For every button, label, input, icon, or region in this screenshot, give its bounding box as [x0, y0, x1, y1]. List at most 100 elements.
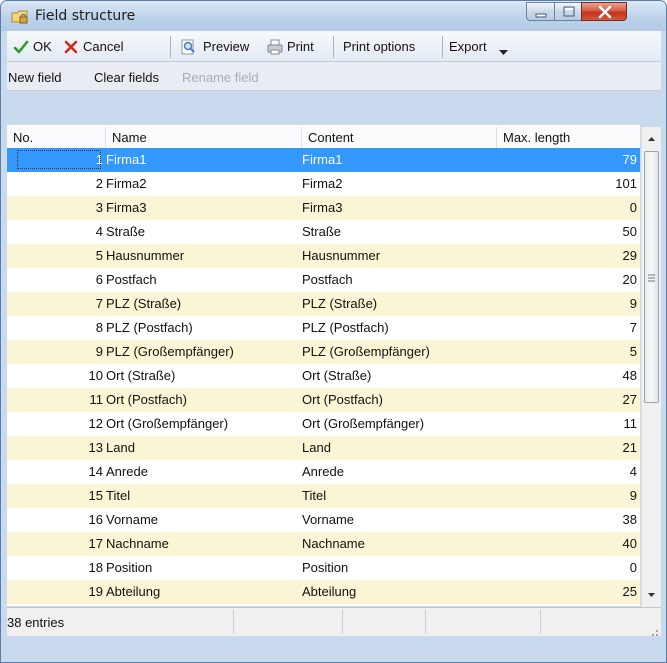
row-number: 13: [88, 440, 103, 455]
row-content: Firma3: [302, 200, 343, 215]
row-name: Firma3: [106, 200, 147, 215]
new-field-button[interactable]: New field: [8, 70, 61, 85]
table-row[interactable]: 2 Firma2 Firma2 101: [7, 172, 640, 196]
row-max-length: 9: [629, 296, 637, 311]
row-max-length: 20: [622, 272, 637, 287]
row-content: Abteilung: [302, 584, 357, 599]
row-name: PLZ (Straße): [106, 296, 182, 311]
status-separator: [342, 610, 343, 634]
row-name: Firma1: [106, 152, 147, 167]
row-name: Ort (Großempfänger): [106, 416, 229, 431]
row-max-length: 21: [622, 440, 637, 455]
row-number: 10: [88, 368, 103, 383]
table-row[interactable]: 3 Firma3 Firma3 0: [7, 196, 640, 220]
table-row[interactable]: 16 Vorname Vorname 38: [7, 508, 640, 532]
table-row[interactable]: 10 Ort (Straße) Ort (Straße) 48: [7, 364, 640, 388]
row-max-length: 9: [629, 488, 637, 503]
row-name: Abteilung: [106, 584, 161, 599]
row-number: 15: [88, 488, 103, 503]
row-max-length: 29: [622, 248, 637, 263]
table-row[interactable]: 5 Hausnummer Hausnummer 29: [7, 244, 640, 268]
row-number: 3: [95, 200, 103, 215]
export-label: Export: [449, 39, 487, 54]
column-header-max-length[interactable]: Max. length: [497, 127, 640, 148]
row-content: Position: [302, 560, 349, 575]
scroll-down-button[interactable]: [642, 585, 661, 605]
row-name: Postfach: [106, 272, 157, 287]
row-max-length: 5: [629, 344, 637, 359]
column-header-no[interactable]: No.: [7, 127, 106, 148]
caret-down-icon: [499, 44, 508, 55]
row-name: Firma2: [106, 176, 147, 191]
folder-lock-icon: [11, 8, 29, 25]
minimize-button[interactable]: [526, 2, 555, 21]
maximize-button[interactable]: [554, 2, 582, 21]
table-row[interactable]: 8 PLZ (Postfach) PLZ (Postfach) 7: [7, 316, 640, 340]
row-content: Ort (Straße): [302, 368, 372, 383]
row-content: Vorname: [302, 512, 355, 527]
row-number: 2: [95, 176, 103, 191]
row-content: Ort (Postfach): [302, 392, 383, 407]
row-number: 18: [88, 560, 103, 575]
export-dropdown-button[interactable]: Export: [449, 38, 519, 56]
row-number: 9: [95, 344, 103, 359]
row-content: Anrede: [302, 464, 344, 479]
table-row[interactable]: 9 PLZ (Großempfänger) PLZ (Großempfänger) 5: [7, 340, 640, 364]
row-max-length: 0: [629, 560, 637, 575]
toolbar-separator: [333, 36, 334, 58]
table-header: No. Name Content Max. length: [7, 127, 640, 149]
row-content: Titel: [302, 488, 327, 503]
table-row[interactable]: 15 Titel Titel 9: [7, 484, 640, 508]
table-row[interactable]: 7 PLZ (Straße) PLZ (Straße) 9: [7, 292, 640, 316]
table-row[interactable]: 19 Abteilung Abteilung 25: [7, 580, 640, 604]
column-header-content[interactable]: Content: [302, 127, 497, 148]
row-content: Land: [302, 440, 331, 455]
ok-label: OK: [33, 39, 52, 54]
table-row[interactable]: 14 Anrede Anrede 4: [7, 460, 640, 484]
row-name: Vorname: [106, 512, 159, 527]
vertical-scrollbar[interactable]: [641, 127, 661, 607]
status-bar: 38 entries: [7, 607, 661, 636]
row-max-length: 38: [622, 512, 637, 527]
row-name: Position: [106, 560, 153, 575]
preview-label: Preview: [203, 39, 250, 54]
row-content: PLZ (Großempfänger): [302, 344, 430, 359]
table-row[interactable]: 1 Firma1 Firma1 79: [7, 148, 640, 172]
row-max-length: 25: [622, 584, 637, 599]
table-row[interactable]: 18 Position Position 0: [7, 556, 640, 580]
print-options-label: Print options: [343, 39, 416, 54]
row-content: PLZ (Postfach): [302, 320, 389, 335]
table-row[interactable]: 6 Postfach Postfach 20: [7, 268, 640, 292]
row-number: 11: [89, 392, 104, 407]
scroll-thumb[interactable]: [644, 151, 659, 403]
column-header-name[interactable]: Name: [106, 127, 302, 148]
clear-fields-button[interactable]: Clear fields: [94, 70, 159, 85]
row-max-length: 50: [622, 224, 637, 239]
status-separator: [425, 610, 426, 634]
focus-rectangle: [17, 150, 101, 169]
row-number: 12: [88, 416, 103, 431]
table-row[interactable]: 12 Ort (Großempfänger) Ort (Großempfänger)…: [7, 412, 640, 436]
table-row[interactable]: 4 Straße Straße 50: [7, 220, 640, 244]
row-max-length: 4: [629, 464, 637, 479]
row-content: Hausnummer: [302, 248, 381, 263]
row-name: Land: [106, 440, 135, 455]
status-separator: [233, 610, 234, 634]
scroll-up-button[interactable]: [642, 129, 661, 149]
toolbar-separator: [442, 36, 443, 58]
x-icon: [63, 39, 79, 55]
row-content: Firma2: [302, 176, 343, 191]
row-max-length: 101: [615, 176, 637, 191]
table-row[interactable]: 11 Ort (Postfach) Ort (Postfach) 27: [7, 388, 640, 412]
cancel-label: Cancel: [83, 39, 124, 54]
row-max-length: 40: [622, 536, 637, 551]
row-name: Hausnummer: [106, 248, 185, 263]
title-bar[interactable]: Field structure: [1, 1, 666, 31]
table-row[interactable]: 17 Nachname Nachname 40: [7, 532, 640, 556]
row-name: Straße: [106, 224, 146, 239]
close-button[interactable]: [581, 2, 627, 21]
table-row[interactable]: 13 Land Land 21: [7, 436, 640, 460]
row-number: 6: [95, 272, 103, 287]
resize-grip-icon[interactable]: [647, 622, 659, 636]
row-content: PLZ (Straße): [302, 296, 378, 311]
